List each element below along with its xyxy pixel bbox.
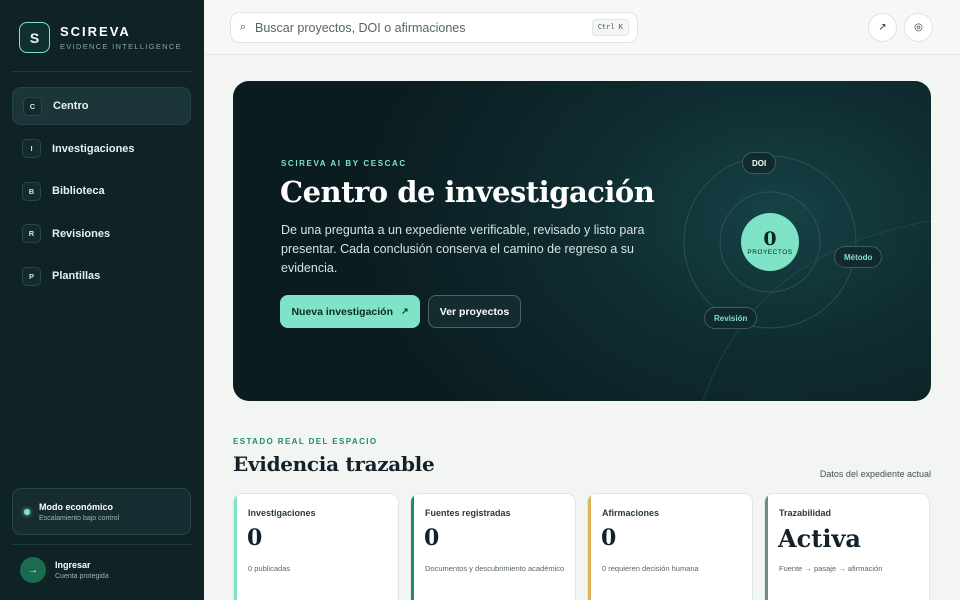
brand-text: SCIREVA EVIDENCE INTELLIGENCE [60, 24, 182, 51]
sidebar-item-badge: B [22, 181, 41, 201]
card-label: Trazabilidad [779, 508, 832, 518]
sidebar-item-label: Biblioteca [52, 185, 105, 197]
stat-card-afirmaciones[interactable]: Afirmaciones 0 0 requieren decisión huma… [587, 493, 753, 600]
brand-name: SCIREVA [60, 24, 131, 39]
card-label: Fuentes registradas [425, 508, 511, 518]
hero-panel: SCIREVA AI BY CESCAC Centro de investiga… [233, 81, 931, 401]
section-eyebrow: ESTADO REAL DEL ESPACIO [233, 437, 378, 446]
status-dot-icon [24, 509, 30, 515]
card-value: Activa [778, 524, 861, 553]
sidebar-item-biblioteca[interactable]: B Biblioteca [12, 172, 191, 210]
settings-icon: ◎ [914, 22, 923, 33]
section-note: Datos del expediente actual [819, 469, 931, 479]
top-bar: ⌕ Ctrl K ↗ ◎ [204, 0, 960, 55]
card-accent-bar [411, 494, 414, 600]
card-subtitle: Fuente → pasaje → afirmación [779, 564, 883, 573]
project-count-badge: 0 PROYECTOS [741, 213, 799, 271]
sidebar-nav: C Centro I Investigaciones B Biblioteca … [12, 87, 191, 300]
project-count: 0 [763, 227, 777, 250]
card-subtitle: 0 publicadas [248, 564, 291, 573]
external-link-icon: ↗ [878, 22, 887, 33]
sidebar-item-label: Revisiones [52, 227, 111, 240]
card-subtitle: Documentos y descubrimiento académico [425, 564, 565, 573]
sidebar-item-investigaciones[interactable]: I Investigaciones [12, 130, 191, 168]
orbit-chip-revision: Revisión [704, 307, 758, 329]
brand-logo: S [19, 22, 50, 53]
login-subtitle: Cuenta protegida [55, 573, 109, 580]
sidebar-item-label: Centro [53, 100, 89, 112]
card-accent-bar [765, 494, 768, 600]
sidebar-item-label: Investigaciones [52, 142, 135, 155]
stat-card-fuentes[interactable]: Fuentes registradas 0 Documentos y descu… [410, 493, 576, 600]
brand[interactable]: S SCIREVA EVIDENCE INTELLIGENCE [19, 22, 182, 53]
sidebar-divider [12, 71, 192, 72]
sidebar-item-badge: R [22, 224, 41, 243]
settings-button[interactable]: ◎ [904, 13, 933, 42]
login-arrow-icon[interactable]: → [20, 557, 46, 583]
economy-mode-toggle[interactable]: Modo económico Escalamiento bajo control [12, 488, 191, 535]
arrow-up-right-icon: ↗ [401, 306, 409, 316]
card-value: 0 [247, 525, 263, 551]
card-accent-bar [234, 494, 237, 600]
hero-eyebrow: SCIREVA AI BY CESCAC [281, 159, 407, 168]
sidebar-item-plantillas[interactable]: P Plantillas [12, 257, 191, 295]
brand-tagline: EVIDENCE INTELLIGENCE [60, 42, 182, 51]
section-title: Evidencia trazable [233, 452, 435, 476]
card-value: 0 [601, 525, 617, 551]
project-count-label: PROYECTOS [747, 248, 793, 256]
hero-description: De una pregunta a un expediente verifica… [281, 223, 645, 275]
new-investigation-label: Nueva investigación [291, 305, 393, 318]
new-investigation-button[interactable]: Nueva investigación ↗ [280, 295, 420, 328]
orbit-chip-doi: DOI [742, 152, 777, 174]
page-title: Centro de investigación [280, 175, 655, 209]
keyboard-shortcut-badge: Ctrl K [591, 19, 629, 36]
login-title[interactable]: Ingresar [55, 560, 91, 570]
stat-card-trazabilidad[interactable]: Trazabilidad Activa Fuente → pasaje → af… [764, 493, 930, 600]
card-label: Afirmaciones [602, 508, 660, 518]
sidebar-item-badge: I [22, 139, 41, 158]
sidebar-divider [12, 544, 192, 545]
sidebar-item-badge: P [22, 266, 41, 286]
economy-mode-subtitle: Escalamiento bajo control [39, 515, 120, 522]
sidebar-item-badge: C [23, 96, 42, 116]
view-projects-button[interactable]: Ver proyectos [428, 295, 521, 328]
card-subtitle: 0 requieren decisión humana [602, 564, 699, 573]
stat-card-investigaciones[interactable]: Investigaciones 0 0 publicadas [233, 493, 399, 600]
card-value: 0 [424, 525, 440, 551]
sidebar-item-label: Plantillas [52, 270, 101, 282]
card-label: Investigaciones [248, 508, 316, 518]
sidebar-item-centro[interactable]: C Centro [12, 87, 191, 125]
orbit-chip-metodo: Método [834, 246, 883, 268]
search-box[interactable]: ⌕ Ctrl K [230, 12, 638, 43]
sidebar: S SCIREVA EVIDENCE INTELLIGENCE C Centro… [0, 0, 204, 600]
search-input[interactable] [255, 13, 585, 42]
export-button[interactable]: ↗ [868, 13, 897, 42]
search-icon: ⌕ [240, 21, 247, 33]
economy-mode-title: Modo económico [39, 502, 113, 512]
card-accent-bar [588, 494, 591, 600]
sidebar-item-revisiones[interactable]: R Revisiones [12, 215, 191, 253]
